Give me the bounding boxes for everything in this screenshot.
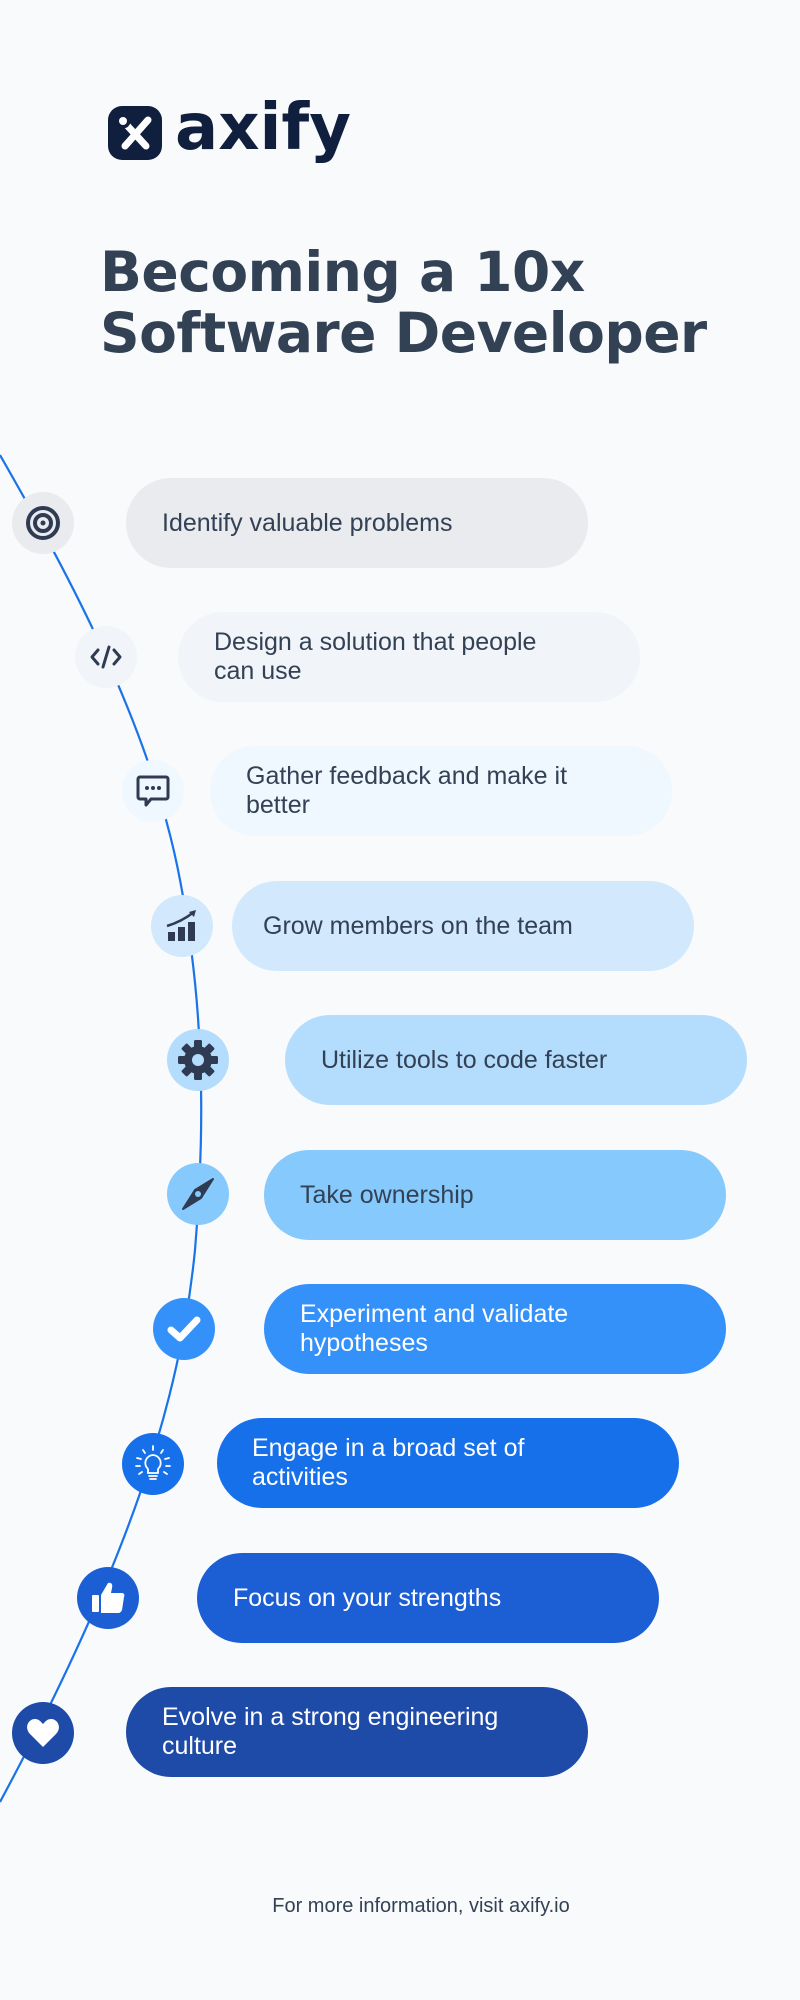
step-label: Focus on your strengths bbox=[233, 1583, 502, 1612]
brand-name: axify bbox=[175, 91, 351, 165]
compass-icon bbox=[182, 1178, 214, 1210]
chat-bubble-icon bbox=[136, 775, 170, 807]
code-icon bbox=[90, 645, 122, 669]
step-pill: Design a solution that people can use bbox=[178, 612, 640, 702]
step-node bbox=[151, 895, 213, 957]
step-node bbox=[75, 626, 137, 688]
axify-x-logo-icon bbox=[108, 106, 162, 160]
heart-icon bbox=[27, 1719, 59, 1747]
step-pill: Gather feedback and make it better bbox=[210, 746, 672, 836]
step-pill: Focus on your strengths bbox=[197, 1553, 659, 1643]
step-label: Evolve in a strong engineering culture bbox=[162, 1703, 499, 1760]
step-label: Utilize tools to code faster bbox=[321, 1045, 608, 1074]
step-pill: Evolve in a strong engineering culture bbox=[126, 1687, 588, 1777]
step-pill: Identify valuable problems bbox=[126, 478, 588, 568]
step-label: Engage in a broad set of activities bbox=[252, 1434, 525, 1491]
step-label: Take ownership bbox=[300, 1180, 474, 1209]
step-node bbox=[122, 760, 184, 822]
step-node bbox=[12, 492, 74, 554]
step-pill: Utilize tools to code faster bbox=[285, 1015, 747, 1105]
gear-icon bbox=[178, 1040, 218, 1080]
target-icon bbox=[26, 506, 60, 540]
title-line-2: Software Developer bbox=[100, 301, 707, 365]
step-pill: Experiment and validate hypotheses bbox=[264, 1284, 726, 1374]
step-label: Design a solution that people can use bbox=[214, 628, 537, 685]
step-pill: Engage in a broad set of activities bbox=[217, 1418, 679, 1508]
growth-chart-icon bbox=[166, 910, 196, 941]
step-node bbox=[167, 1163, 229, 1225]
step-label: Grow members on the team bbox=[263, 911, 573, 940]
step-pill: Take ownership bbox=[264, 1150, 726, 1240]
footer-text: For more information, visit axify.io bbox=[272, 1895, 570, 1917]
step-label: Identify valuable problems bbox=[162, 508, 453, 537]
step-node bbox=[167, 1029, 229, 1091]
step-pill: Grow members on the team bbox=[232, 881, 694, 971]
step-node bbox=[153, 1298, 215, 1360]
step-node bbox=[12, 1702, 74, 1764]
checkmark-icon bbox=[167, 1316, 201, 1342]
lightbulb-icon bbox=[135, 1445, 171, 1480]
page-title: Becoming a 10x Software Developer bbox=[100, 242, 707, 364]
step-node bbox=[77, 1567, 139, 1629]
step-label: Experiment and validate hypotheses bbox=[300, 1300, 569, 1357]
title-line-1: Becoming a 10x bbox=[100, 240, 585, 304]
brand-logo: axify bbox=[108, 96, 351, 166]
thumbs-up-icon bbox=[92, 1582, 125, 1613]
step-node bbox=[122, 1433, 184, 1495]
step-label: Gather feedback and make it better bbox=[246, 762, 568, 819]
